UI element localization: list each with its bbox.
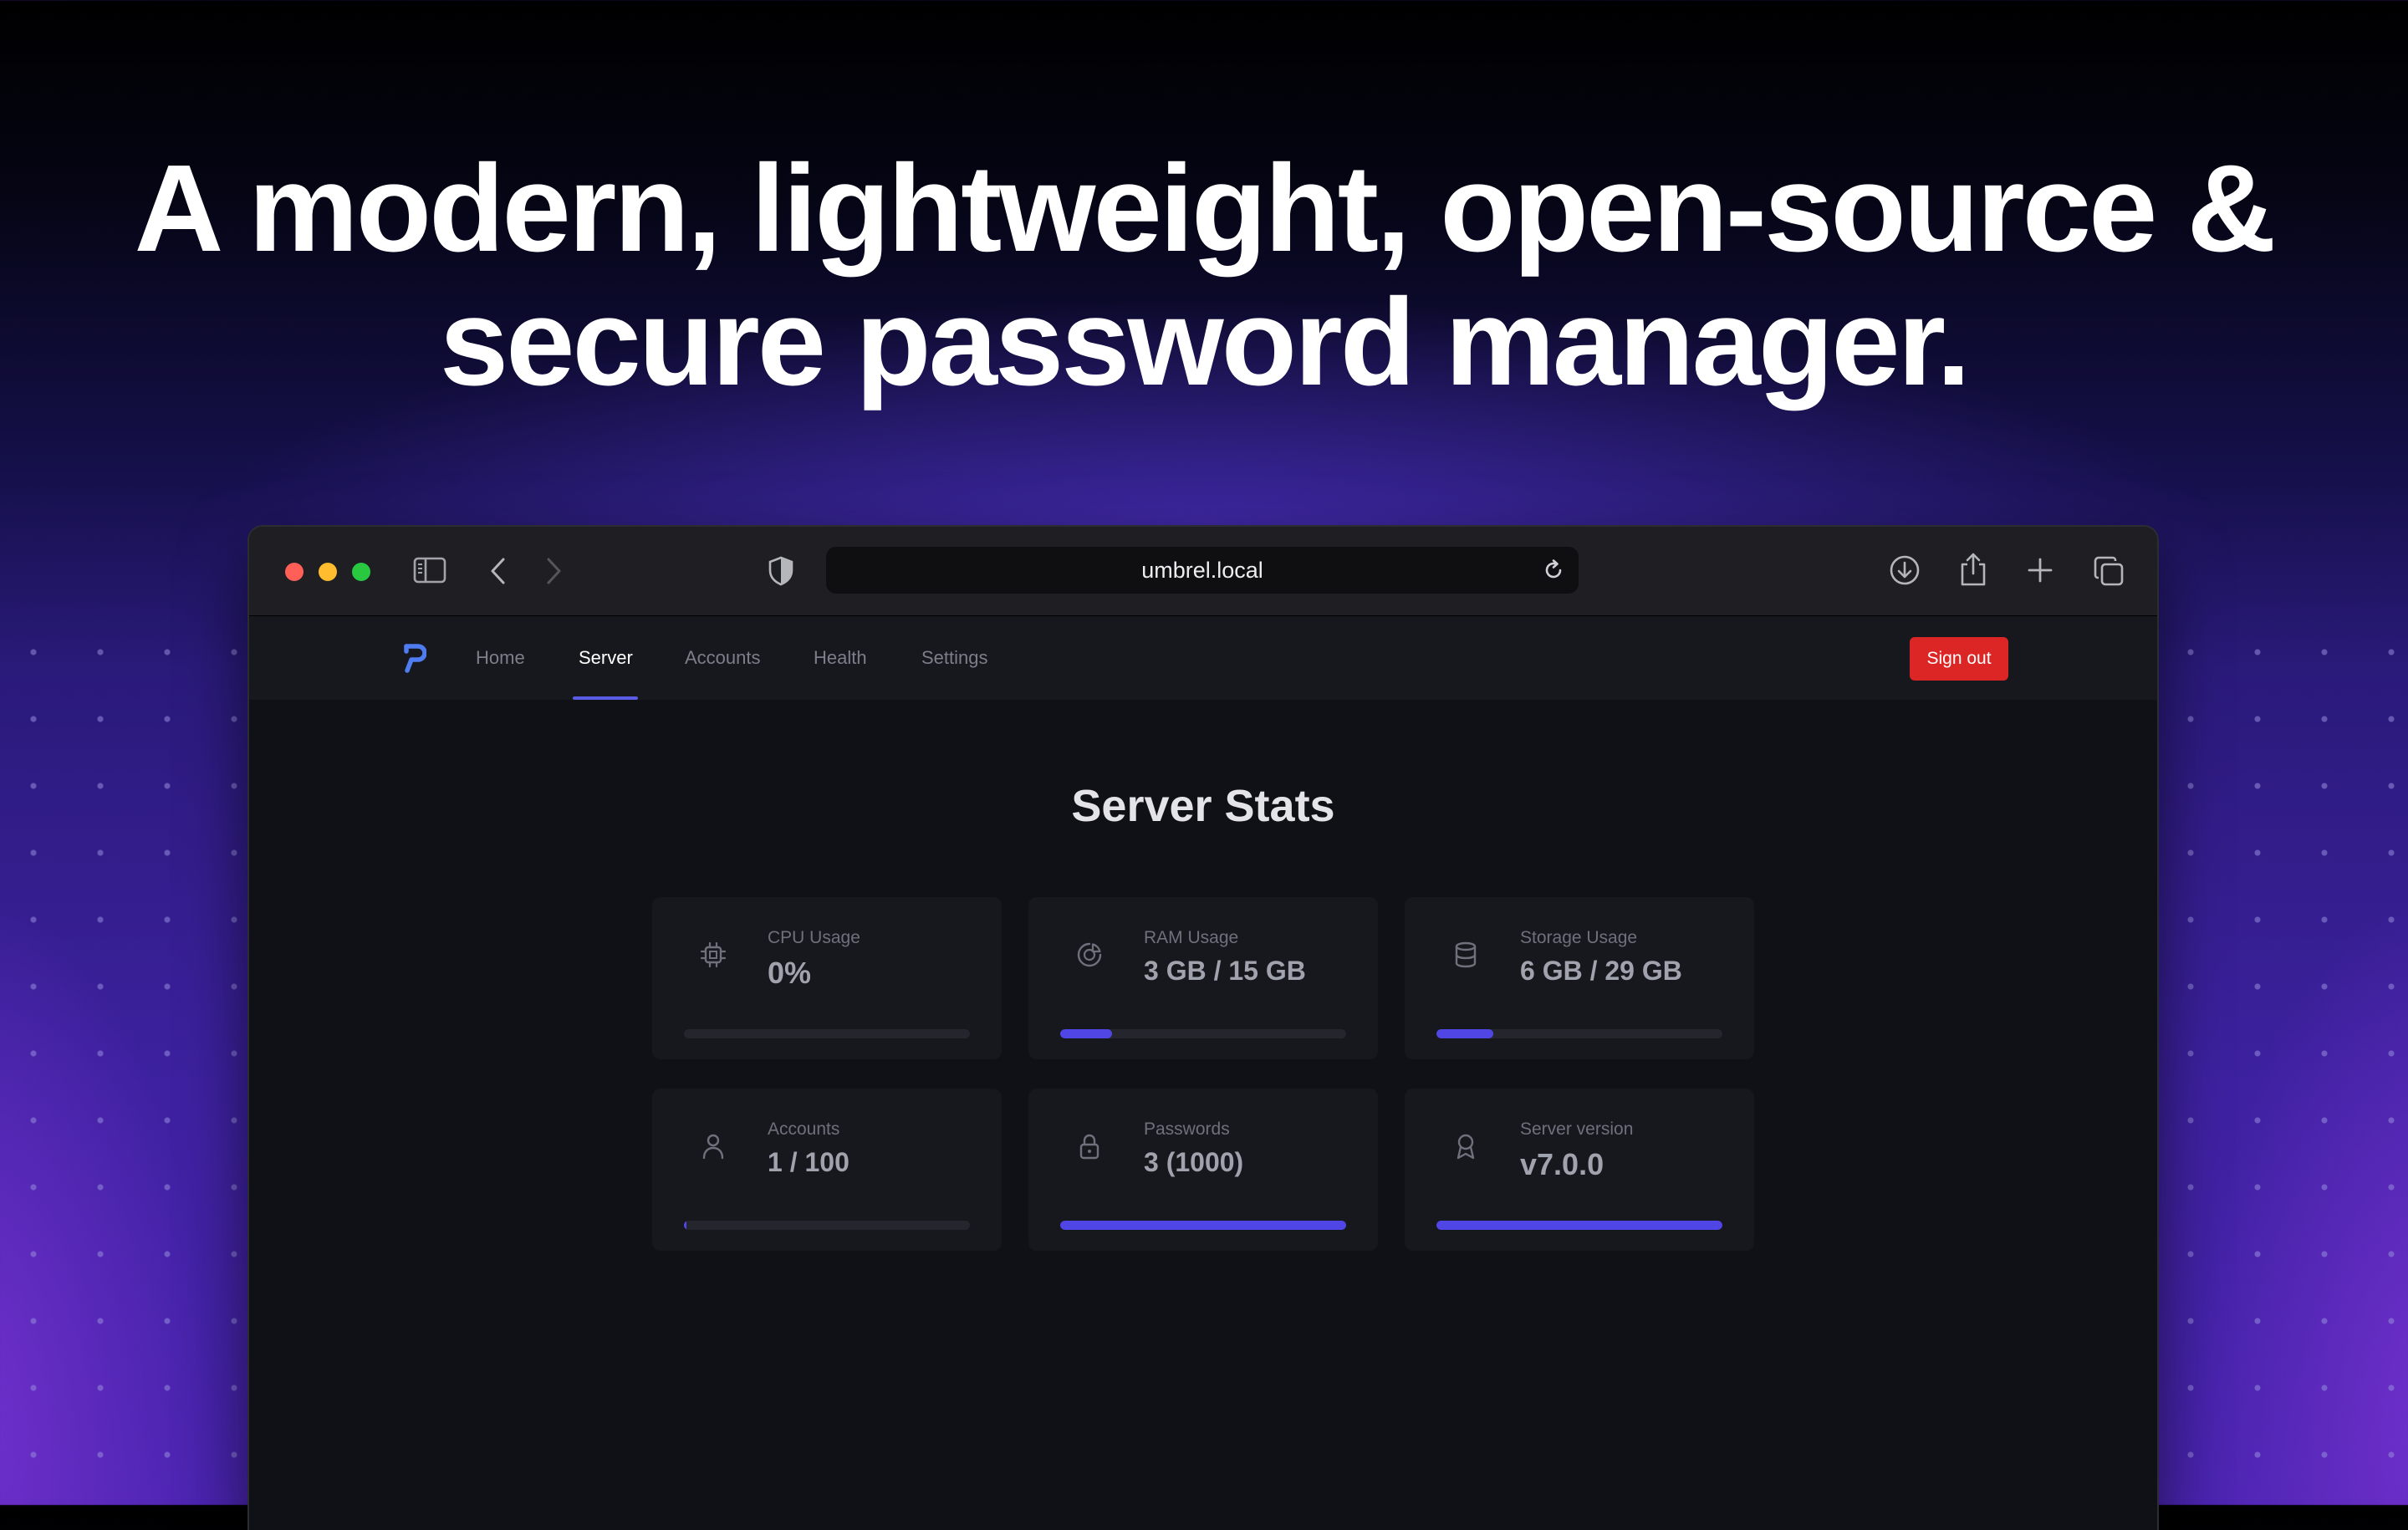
minimize-window-button[interactable] — [319, 563, 337, 581]
stat-label: Server version — [1520, 1119, 1634, 1139]
stat-value: 1 / 100 — [768, 1147, 849, 1177]
nav-health[interactable]: Health — [814, 616, 867, 700]
cpu-icon — [699, 941, 727, 973]
stat-value: 0% — [768, 956, 812, 990]
decorative-dot-grid-right — [2157, 619, 2408, 1505]
browser-window: umbrel.local Home Server Accounts Health… — [249, 527, 2157, 1530]
browser-toolbar: umbrel.local — [249, 527, 2157, 616]
nav-server[interactable]: Server — [579, 616, 633, 700]
stat-label: RAM Usage — [1144, 928, 1239, 947]
lock-icon — [1075, 1132, 1104, 1165]
new-tab-plus-icon[interactable] — [2025, 555, 2055, 585]
sign-out-button[interactable]: Sign out — [1910, 637, 2008, 681]
progress-fill — [1436, 1221, 1722, 1230]
reload-icon[interactable] — [1542, 558, 1565, 582]
tab-overview-icon[interactable] — [2092, 554, 2125, 588]
stat-label: Accounts — [768, 1119, 840, 1139]
stat-card-server-version: Server version v7.0.0 — [1405, 1089, 1754, 1251]
stat-label: Storage Usage — [1520, 928, 1638, 947]
close-window-button[interactable] — [285, 563, 304, 581]
maximize-window-button[interactable] — [352, 563, 370, 581]
user-icon — [699, 1132, 727, 1165]
back-icon[interactable] — [488, 557, 508, 585]
stat-card-accounts: Accounts 1 / 100 — [652, 1089, 1002, 1251]
privacy-shield-icon[interactable] — [768, 556, 794, 586]
stat-card-passwords: Passwords 3 (1000) — [1028, 1089, 1378, 1251]
stat-value: v7.0.0 — [1520, 1147, 1604, 1181]
nav-settings[interactable]: Settings — [921, 616, 988, 700]
progress-track — [1436, 1029, 1722, 1038]
nav-accounts[interactable]: Accounts — [685, 616, 761, 700]
forward-icon[interactable] — [543, 557, 564, 585]
progress-track — [1436, 1221, 1722, 1230]
progress-fill — [1060, 1221, 1346, 1230]
share-icon[interactable] — [1956, 551, 1990, 588]
address-bar[interactable]: umbrel.local — [826, 547, 1579, 594]
stat-label: CPU Usage — [768, 928, 860, 947]
pie-chart-icon — [1075, 941, 1104, 973]
marketing-headline: A modern, lightweight, open-source & sec… — [0, 142, 2408, 410]
stat-card-ram: RAM Usage 3 GB / 15 GB — [1028, 897, 1378, 1059]
progress-fill — [1436, 1029, 1494, 1038]
progress-fill — [684, 1221, 687, 1230]
stat-label: Passwords — [1144, 1119, 1230, 1139]
nav-home[interactable]: Home — [476, 616, 525, 700]
database-icon — [1451, 941, 1480, 973]
headline-line-2: secure password manager. — [439, 273, 1971, 411]
app-logo[interactable] — [401, 643, 427, 677]
server-stats-page: Server Stats CPU Usage 0% RAM Usage 3 GB… — [249, 700, 2157, 1530]
progress-fill — [1060, 1029, 1112, 1038]
stat-value: 3 (1000) — [1144, 1147, 1244, 1177]
app-navbar: Home Server Accounts Health Settings Sig… — [249, 616, 2157, 700]
address-bar-url[interactable]: umbrel.local — [826, 547, 1579, 594]
stat-value: 6 GB / 29 GB — [1520, 956, 1682, 986]
stat-card-storage: Storage Usage 6 GB / 29 GB — [1405, 897, 1754, 1059]
progress-track — [1060, 1029, 1346, 1038]
progress-track — [684, 1221, 970, 1230]
award-icon — [1451, 1132, 1480, 1165]
progress-track — [1060, 1221, 1346, 1230]
sidebar-toggle-icon[interactable] — [413, 555, 446, 585]
page-title: Server Stats — [1071, 781, 1335, 831]
headline-line-1: A modern, lightweight, open-source & — [134, 140, 2277, 278]
stat-card-cpu: CPU Usage 0% — [652, 897, 1002, 1059]
decorative-dot-grid-left — [0, 619, 251, 1505]
stat-value: 3 GB / 15 GB — [1144, 956, 1306, 986]
downloads-icon[interactable] — [1888, 553, 1921, 587]
progress-track — [684, 1029, 970, 1038]
